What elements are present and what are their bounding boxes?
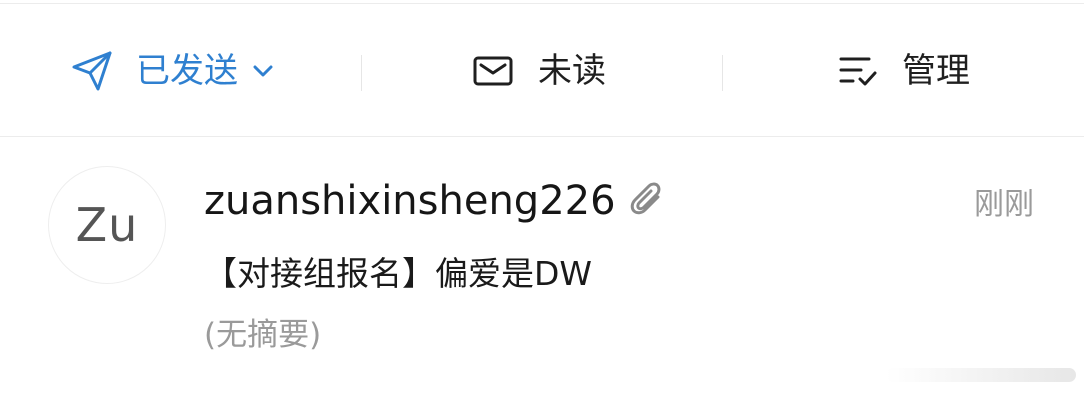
manage-label: 管理 (902, 51, 970, 91)
scrollbar-thumb[interactable] (886, 368, 1076, 382)
paperclip-icon (628, 181, 668, 221)
sent-folder-dropdown[interactable]: 已发送 (70, 5, 274, 137)
mail-timestamp: 刚刚 (974, 187, 1034, 222)
mail-toolbar: 已发送 未读 管理 (0, 5, 1084, 137)
filter-list-icon (838, 53, 878, 89)
manage-button[interactable]: 管理 (838, 5, 970, 137)
sender-line: zuanshixinsheng226 (204, 175, 668, 227)
paper-plane-icon (70, 49, 114, 93)
envelope-icon (472, 54, 514, 88)
mail-summary: (无摘要) (204, 317, 322, 353)
mail-subject: 【对接组报名】偏爱是DW (204, 254, 593, 293)
toolbar-divider (722, 55, 723, 91)
toolbar-divider (361, 55, 362, 91)
avatar-initials: Zu (75, 198, 139, 252)
unread-filter-label: 未读 (538, 51, 606, 91)
sender-name: zuanshixinsheng226 (204, 178, 616, 224)
sent-folder-label: 已发送 (136, 51, 238, 91)
avatar: Zu (48, 166, 166, 284)
mail-list-item[interactable]: Zu zuanshixinsheng226 刚刚 【对接组报名】偏爱是DW (无… (0, 137, 1084, 400)
horizontal-scrollbar[interactable] (886, 368, 1076, 382)
chevron-down-icon (252, 64, 274, 78)
unread-filter-button[interactable]: 未读 (472, 5, 606, 137)
top-edge (0, 0, 1084, 4)
